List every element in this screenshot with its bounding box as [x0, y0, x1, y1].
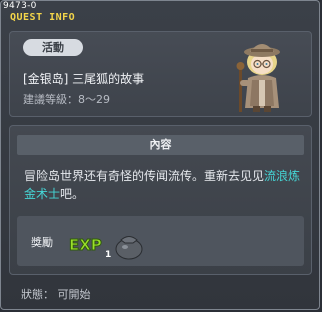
quest-description: 冒险岛世界还有奇怪的传闻流传。重新去见见流浪炼金术士吧。 [24, 167, 304, 203]
description-text: 冒险岛世界还有奇怪的传闻流传。重新去见见 [24, 169, 265, 183]
window-title: QUEST INFO [10, 12, 76, 23]
description-text-end: 吧。 [60, 187, 85, 201]
quest-content-panel: 內容 冒险岛世界还有奇怪的传闻流传。重新去见见流浪炼金术士吧。 獎勵 EXP 1 [9, 125, 312, 275]
reward-box: 獎勵 EXP 1 [17, 216, 304, 266]
coin-bag-icon [115, 236, 143, 260]
level-requirement: 建議等級：8～29 [23, 93, 110, 106]
quest-name: [金银岛] 三尾狐的故事 [23, 72, 145, 86]
reward-count: 1 [105, 250, 112, 260]
content-section-title: 內容 [17, 135, 304, 155]
quest-id: 9473-0 [3, 1, 37, 11]
quest-status: 狀態： 可開始 [21, 288, 91, 301]
exp-text: EXP [69, 236, 102, 254]
npc-alchemist-portrait [236, 44, 280, 112]
quest-header-panel: 活動 [金银岛] 三尾狐的故事 建議等級：8～29 [9, 31, 312, 117]
category-badge: 活動 [23, 39, 83, 56]
quest-info-window: 9473-0 QUEST INFO 活動 [金银岛] 三尾狐的故事 建議等級：8… [0, 0, 320, 310]
reward-label: 獎勵 [31, 236, 53, 249]
